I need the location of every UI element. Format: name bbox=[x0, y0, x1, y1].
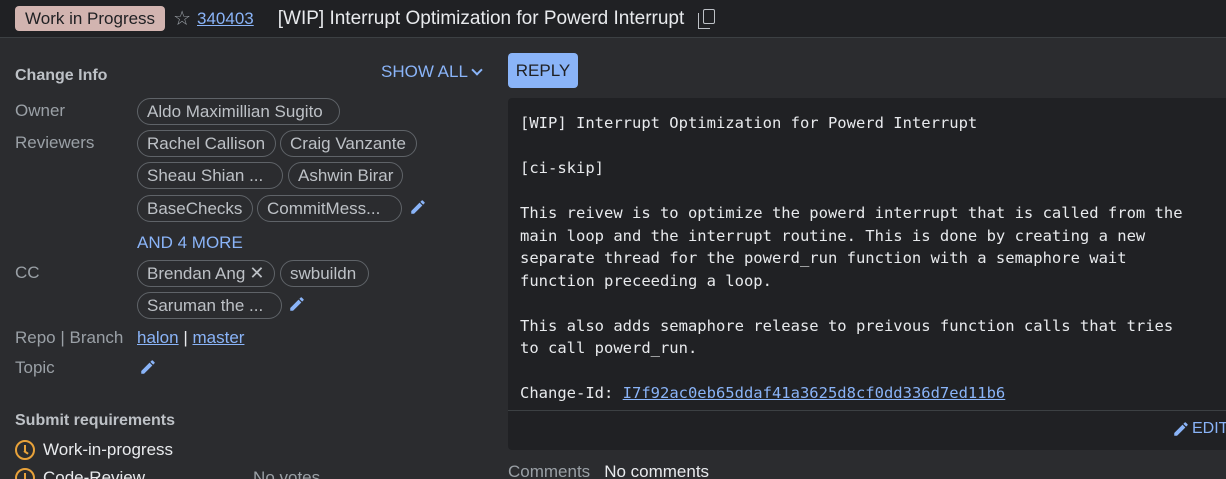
divider bbox=[508, 410, 1226, 411]
reviewer-chip[interactable]: Rachel Callison bbox=[137, 130, 276, 157]
more-reviewers-link[interactable]: AND 4 MORE bbox=[137, 233, 243, 253]
change-title: [WIP] Interrupt Optimization for Powerd … bbox=[277, 7, 685, 29]
reviewer-chip[interactable]: Sheau Shian ... bbox=[137, 162, 283, 189]
cc-label: CC bbox=[15, 263, 40, 282]
change-number-link[interactable]: 340403 bbox=[197, 9, 254, 29]
cc-chip-name: Brendan Ang bbox=[147, 264, 246, 283]
star-icon[interactable]: ☆ bbox=[173, 9, 191, 29]
commit-message: [WIP] Interrupt Optimization for Powerd … bbox=[520, 112, 1220, 405]
comments-value: No comments bbox=[604, 462, 710, 479]
comments-label: Comments bbox=[508, 462, 591, 479]
pencil-icon bbox=[1174, 422, 1188, 436]
show-all-button[interactable]: SHOW ALL bbox=[381, 62, 483, 82]
change-id-link[interactable]: I7f92ac0eb65ddaf41a3625d8cf0dd336d7ed11b… bbox=[623, 384, 1006, 402]
commit-message-panel: [WIP] Interrupt Optimization for Powerd … bbox=[508, 98, 1226, 450]
repo-link[interactable]: halon bbox=[137, 328, 179, 347]
reply-button[interactable]: REPLY bbox=[508, 53, 578, 88]
change-id-label: Change-Id: bbox=[520, 384, 623, 402]
edit-reviewers-pencil-icon[interactable] bbox=[409, 198, 427, 216]
requirement-row: Code-Review No votes bbox=[15, 468, 320, 479]
owner-label: Owner bbox=[15, 101, 66, 120]
reviewer-chip[interactable]: BaseChecks bbox=[137, 195, 253, 222]
reviewer-chip[interactable]: Craig Vanzante bbox=[280, 130, 417, 157]
remove-icon[interactable]: ✕ bbox=[249, 263, 264, 283]
requirement-name: Code-Review bbox=[43, 468, 146, 479]
show-all-label: SHOW ALL bbox=[381, 62, 468, 81]
clock-icon bbox=[15, 440, 35, 460]
copy-icon[interactable] bbox=[698, 8, 716, 29]
cc-chip[interactable]: swbuildn bbox=[280, 260, 369, 287]
commit-message-body: [WIP] Interrupt Optimization for Powerd … bbox=[520, 114, 1183, 357]
requirement-votes: No votes bbox=[253, 468, 321, 479]
repo-branch-label: Repo | Branch bbox=[15, 328, 124, 347]
status-badge: Work in Progress bbox=[15, 6, 166, 31]
cc-chip[interactable]: Brendan Ang ✕ bbox=[137, 260, 275, 287]
edit-message-button[interactable]: EDIT bbox=[1172, 420, 1226, 438]
owner-chip[interactable]: Aldo Maximillian Sugito bbox=[137, 98, 340, 125]
submit-requirements-title: Submit requirements bbox=[15, 412, 176, 429]
repo-branch-value: halon | master bbox=[137, 328, 245, 347]
reviewers-label: Reviewers bbox=[15, 133, 95, 152]
chevron-down-icon bbox=[471, 64, 483, 76]
requirement-name: Work-in-progress bbox=[43, 440, 174, 459]
edit-cc-pencil-icon[interactable] bbox=[288, 295, 306, 313]
requirement-row: Work-in-progress bbox=[15, 440, 173, 460]
cc-chip[interactable]: Saruman the ... bbox=[137, 292, 282, 319]
clock-icon bbox=[15, 468, 35, 479]
topic-label: Topic bbox=[15, 358, 55, 377]
comments-summary: Comments No comments bbox=[508, 462, 709, 479]
reviewer-chip[interactable]: Ashwin Birar bbox=[288, 162, 403, 189]
change-info-title: Change Info bbox=[15, 67, 108, 84]
edit-topic-pencil-icon[interactable] bbox=[139, 358, 157, 376]
reviewer-chip[interactable]: CommitMess... bbox=[257, 195, 402, 222]
edit-label: EDIT bbox=[1192, 420, 1226, 437]
change-header: Work in Progress ☆ 340403 [WIP] Interrup… bbox=[0, 0, 1226, 38]
branch-link[interactable]: master bbox=[192, 328, 244, 347]
